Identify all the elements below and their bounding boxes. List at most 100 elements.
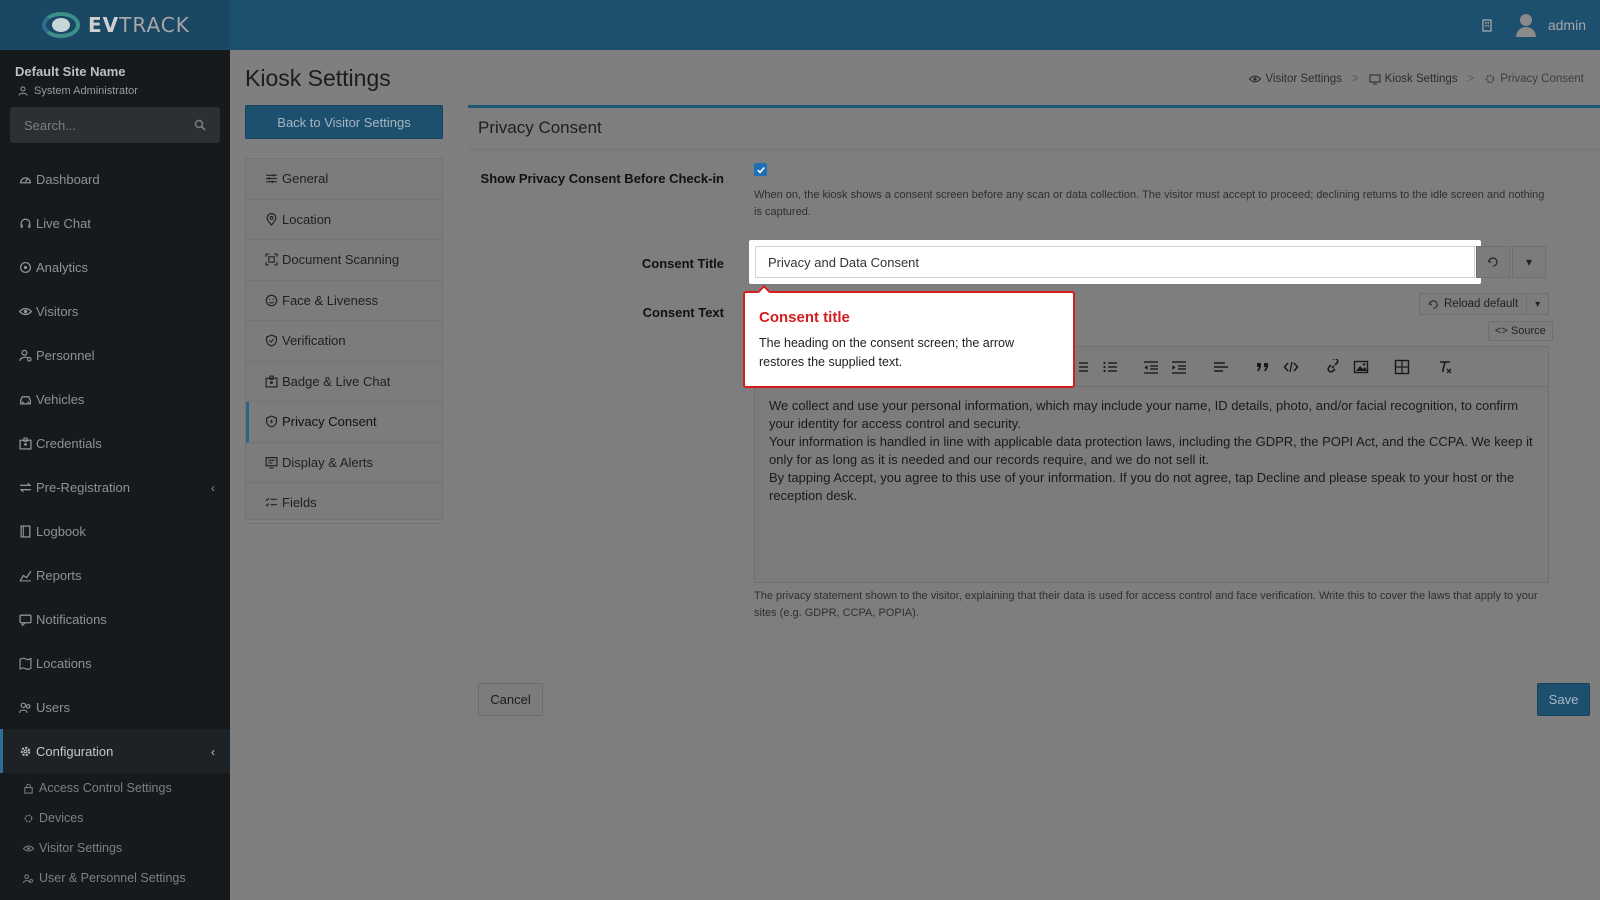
indent-icon[interactable]	[1170, 358, 1188, 376]
show-consent-checkbox[interactable]	[754, 163, 767, 176]
sidebar-search-input[interactable]: Search...	[10, 107, 220, 143]
exchange-icon	[19, 482, 32, 492]
reload-default-group: Reload default ▾	[1419, 293, 1550, 315]
sidebar-item-live-chat[interactable]: Live Chat	[0, 201, 230, 245]
chart-icon	[19, 570, 32, 581]
settings-menu-face-liveness[interactable]: Face & Liveness	[246, 281, 442, 321]
image-icon[interactable]	[1352, 358, 1370, 376]
code-icon[interactable]	[1282, 358, 1300, 376]
map-pin-icon	[266, 212, 277, 226]
top-navbar: EVTRACK admin	[0, 0, 1600, 50]
car-icon	[19, 395, 32, 404]
gear-icon	[1486, 74, 1495, 84]
sidebar-subitem-visitor-settings[interactable]: Visitor Settings	[0, 833, 230, 863]
map-icon	[19, 656, 32, 670]
sidebar-item-reports[interactable]: Reports	[0, 553, 230, 597]
evtrack-logo-icon	[40, 9, 84, 41]
settings-menu-document-scanning[interactable]: Document Scanning	[246, 240, 442, 281]
settings-menu: General Location Document Scanning Face …	[245, 158, 443, 524]
brand-name: EVTRACK	[88, 13, 190, 37]
cancel-button[interactable]: Cancel	[478, 683, 543, 716]
gear-icon	[24, 814, 33, 822]
outdent-icon[interactable]	[1142, 358, 1160, 376]
sidebar-item-analytics[interactable]: Analytics	[0, 245, 230, 289]
sidebar-item-credentials[interactable]: Credentials	[0, 421, 230, 465]
sliders-icon	[266, 174, 277, 184]
breadcrumb-kiosk-settings[interactable]: Kiosk Settings	[1369, 73, 1458, 85]
bell-icon	[19, 614, 32, 626]
sidebar-item-visitors[interactable]: Visitors	[0, 289, 230, 333]
sidebar-item-dashboard[interactable]: Dashboard	[0, 157, 230, 201]
site-name: Default Site Name	[15, 64, 126, 79]
search-icon[interactable]	[194, 119, 206, 131]
settings-menu-display-alerts[interactable]: Display & Alerts	[246, 443, 442, 483]
display-icon	[265, 456, 278, 469]
eye-icon	[1249, 75, 1262, 83]
shield-check-icon	[266, 334, 277, 347]
consent-text-content[interactable]: We collect and use your personal informa…	[755, 387, 1548, 515]
eye-icon	[23, 844, 34, 852]
consent-paragraph: Your information is handled in line with…	[769, 434, 1533, 467]
blockquote-icon[interactable]	[1254, 358, 1272, 376]
settings-menu-fields[interactable]: Fields	[246, 483, 442, 524]
sidebar-item-notifications[interactable]: Notifications	[0, 597, 230, 641]
sidebar-item-pre-registration[interactable]: Pre-Registration ‹	[0, 465, 230, 509]
show-consent-label: Show Privacy Consent Before Check-in	[480, 171, 724, 186]
table-icon[interactable]	[1393, 358, 1411, 376]
lock-icon	[24, 783, 33, 794]
sidebar-item-vehicles[interactable]: Vehicles	[0, 377, 230, 421]
breadcrumb-visitor-settings[interactable]: Visitor Settings	[1249, 73, 1342, 85]
gear-icon	[20, 746, 31, 756]
brand-logo-area[interactable]: EVTRACK	[0, 0, 230, 50]
reload-default-dropdown[interactable]: ▾	[1526, 294, 1548, 314]
chevron-left-icon: ‹	[211, 745, 215, 759]
undo-icon	[1487, 257, 1498, 267]
undo-icon	[1428, 299, 1438, 309]
headset-icon	[20, 218, 31, 228]
consent-text-help: The privacy statement shown to the visit…	[754, 590, 1538, 619]
eye-icon	[19, 307, 32, 315]
user-icon	[18, 86, 28, 96]
settings-menu-general[interactable]: General	[246, 159, 442, 200]
title-options-dropdown[interactable]: ▾	[1512, 246, 1546, 278]
checkmark-icon	[756, 166, 765, 173]
caret-down-icon: ▾	[1535, 298, 1541, 310]
back-to-visitor-settings-button[interactable]: Back to Visitor Settings	[245, 105, 443, 139]
settings-menu-badge-live-chat[interactable]: Badge & Live Chat	[246, 362, 442, 402]
sidebar-subitem-user-personnel-settings[interactable]: User & Personnel Settings	[0, 863, 230, 893]
scan-icon	[265, 253, 278, 266]
sidebar-subitem-access-control[interactable]: Access Control Settings	[0, 773, 230, 803]
sidebar-item-logbook[interactable]: Logbook	[0, 509, 230, 553]
users-icon	[19, 702, 31, 713]
building-icon[interactable]	[1480, 18, 1494, 32]
sidebar-subitem-devices[interactable]: Devices	[0, 803, 230, 833]
caret-down-icon: ▾	[1525, 255, 1533, 269]
settings-menu-verification[interactable]: Verification	[246, 321, 442, 362]
sidebar-item-locations[interactable]: Locations	[0, 641, 230, 685]
link-icon[interactable]	[1324, 358, 1342, 376]
main-nav: Dashboard Live Chat Analytics Visitors P…	[0, 157, 230, 893]
face-icon	[265, 294, 278, 307]
reload-default-button[interactable]: Reload default	[1420, 294, 1526, 314]
breadcrumb-privacy-consent: Privacy Consent	[1484, 73, 1584, 85]
source-button[interactable]: <> Source	[1488, 321, 1553, 341]
settings-menu-location[interactable]: Location	[246, 200, 442, 240]
panel-title: Privacy Consent	[468, 108, 1600, 150]
user-menu[interactable]: admin	[1514, 12, 1586, 38]
consent-title-input[interactable]: Privacy and Data Consent	[755, 246, 1475, 278]
clear-formatting-icon[interactable]	[1436, 358, 1454, 376]
settings-menu-privacy-consent[interactable]: Privacy Consent	[246, 402, 442, 443]
breadcrumb-separator: >	[1467, 73, 1475, 85]
sidebar-item-users[interactable]: Users	[0, 685, 230, 729]
breadcrumb-separator: >	[1351, 73, 1359, 85]
sidebar-item-personnel[interactable]: Personnel	[0, 333, 230, 377]
align-left-icon[interactable]	[1212, 358, 1230, 376]
breadcrumb: Visitor Settings > Kiosk Settings > Priv…	[1249, 73, 1584, 85]
sidebar-item-configuration[interactable]: Configuration ‹	[0, 729, 230, 773]
avatar	[1514, 12, 1538, 38]
restore-title-button[interactable]	[1476, 246, 1510, 278]
consent-paragraph: By tapping Accept, you agree to this use…	[769, 470, 1515, 503]
bullet-list-icon[interactable]	[1101, 358, 1119, 376]
chevron-left-icon: ‹	[211, 481, 215, 495]
save-button[interactable]: Save	[1537, 683, 1590, 716]
